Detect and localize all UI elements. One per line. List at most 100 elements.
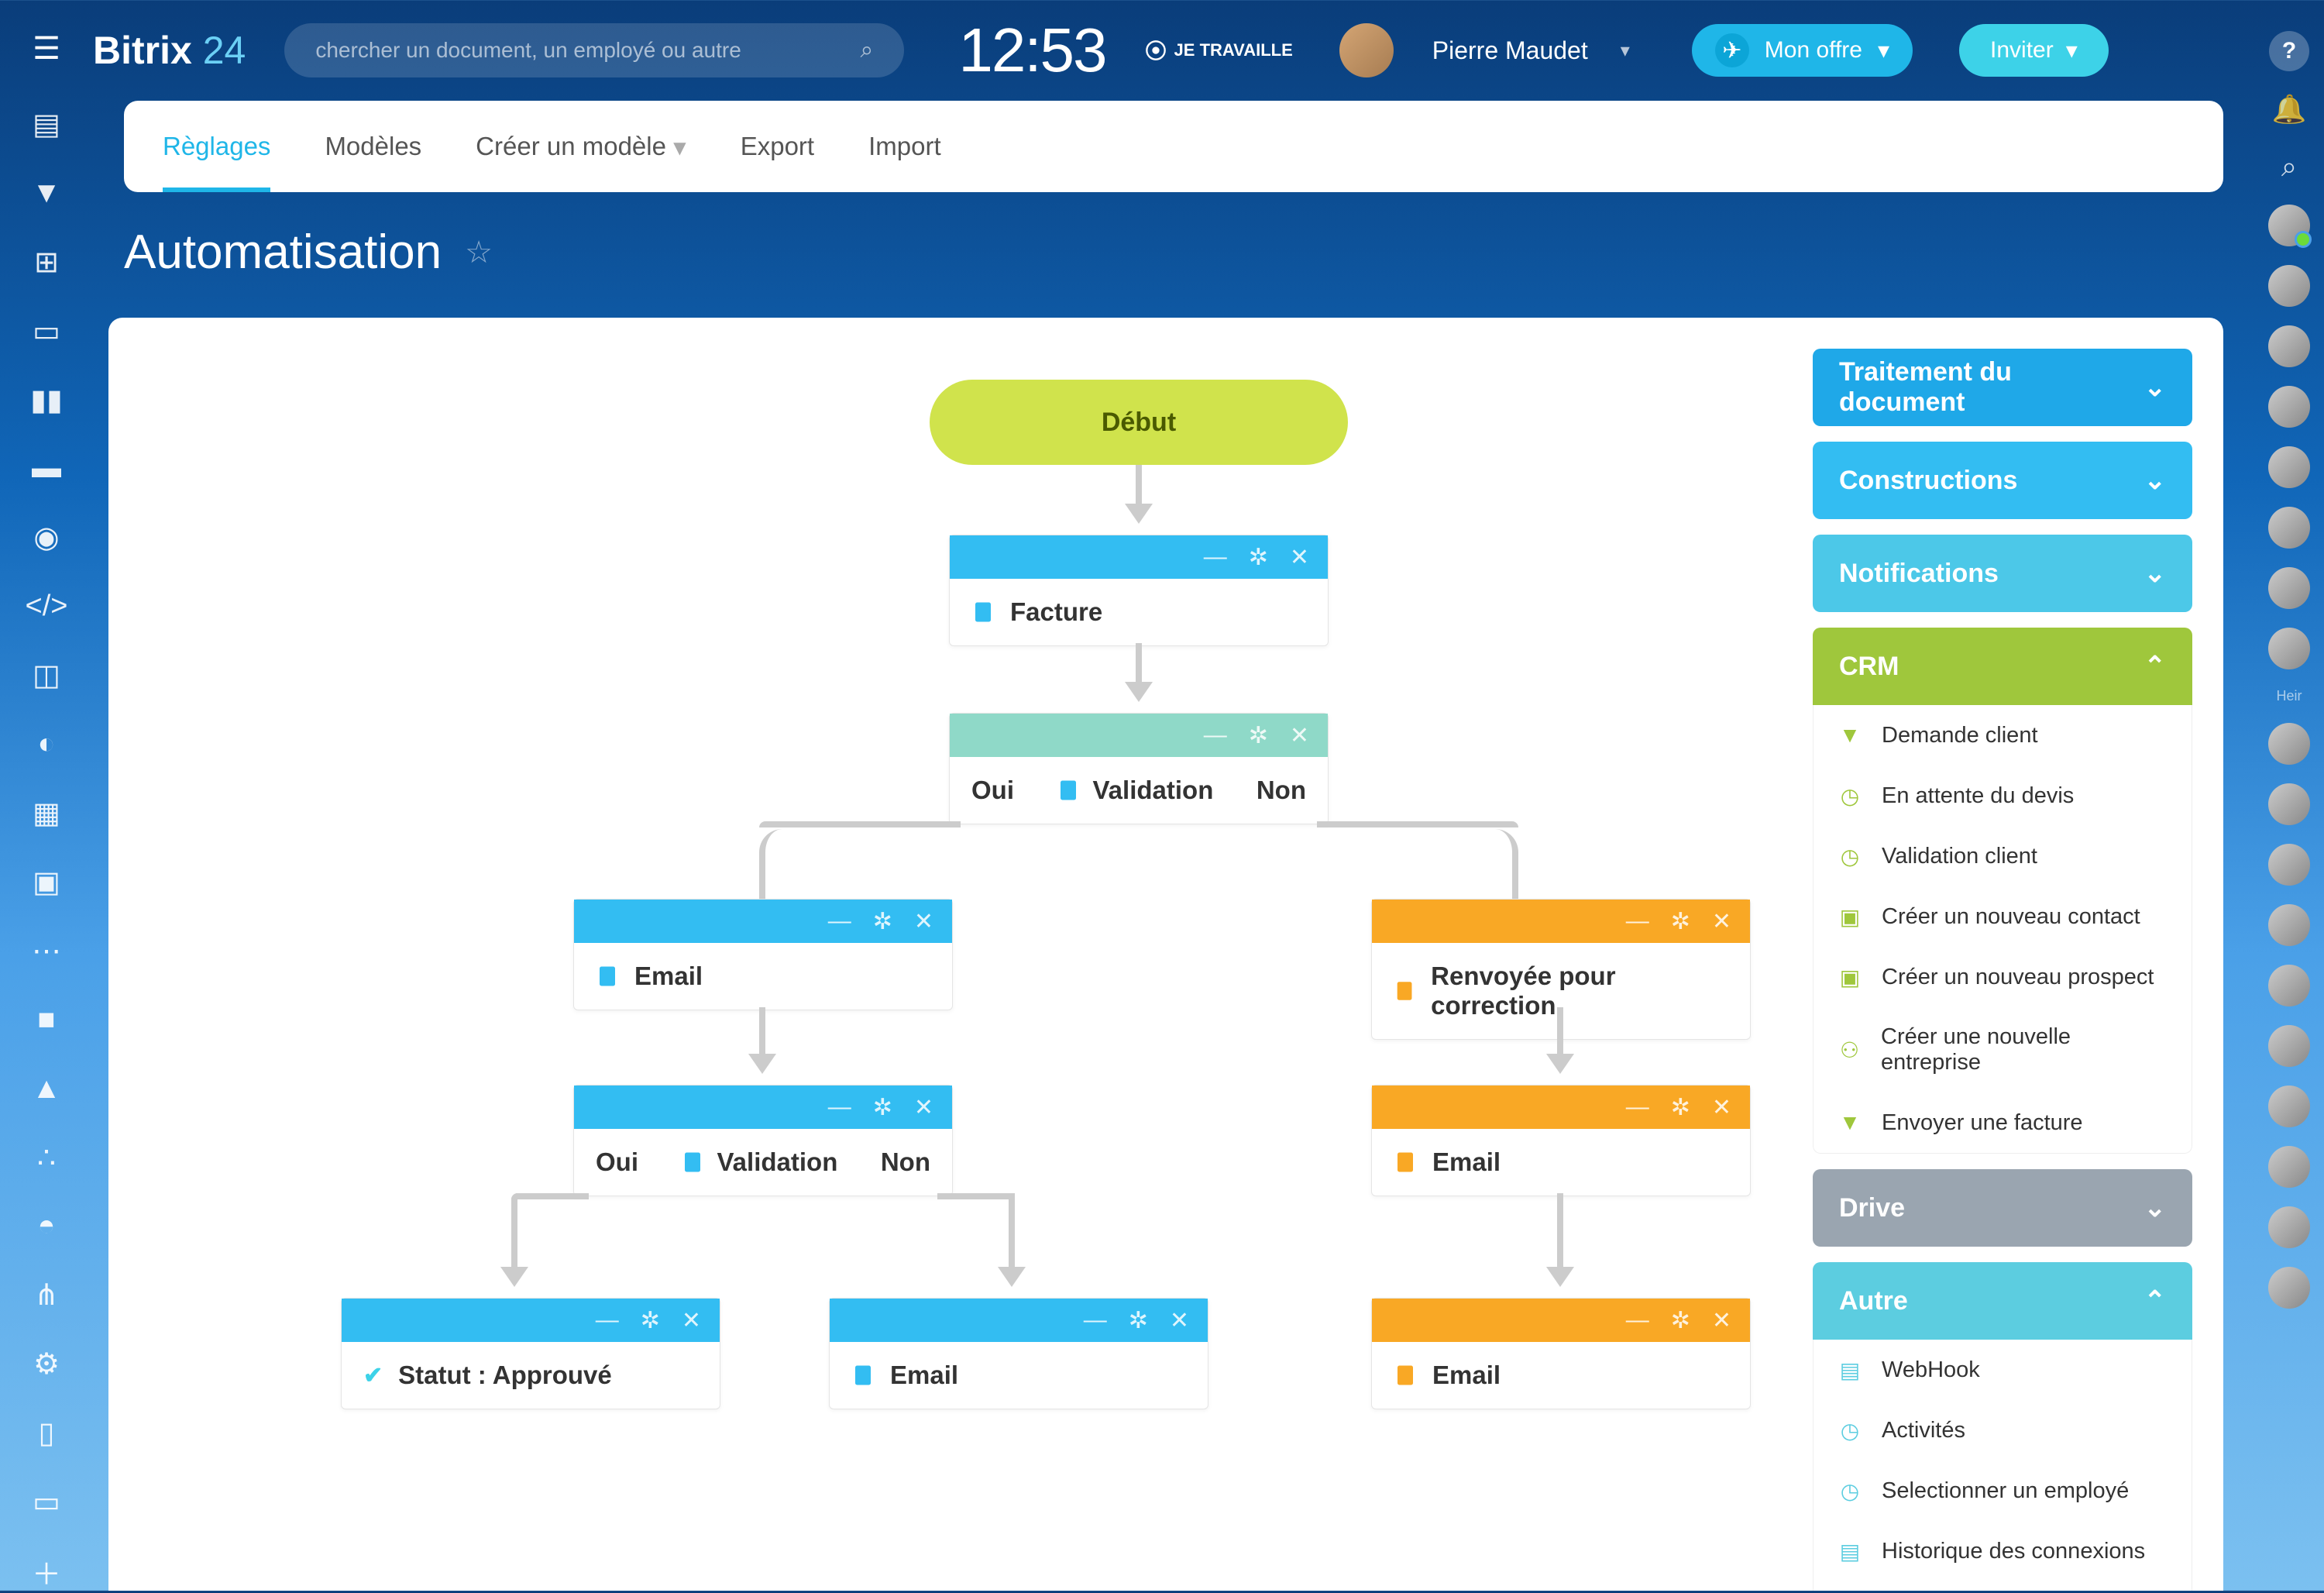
logo[interactable]: Bitrix 24 xyxy=(93,28,246,73)
search-box[interactable]: ⌕ xyxy=(284,23,904,77)
minimize-icon[interactable]: — xyxy=(1084,1307,1107,1333)
close-icon[interactable]: ✕ xyxy=(1290,544,1309,571)
step-facture[interactable]: — ✲ ✕ Facture xyxy=(949,535,1329,646)
nav-gear-icon[interactable]: ⚙ xyxy=(27,1345,66,1383)
crm-item[interactable]: ▼Envoyer une facture xyxy=(1813,1092,2192,1153)
contact-avatar[interactable] xyxy=(2268,446,2310,488)
minimize-icon[interactable]: — xyxy=(1626,1094,1649,1120)
minimize-icon[interactable]: — xyxy=(596,1307,619,1333)
crm-item[interactable]: ▼Demande client xyxy=(1813,705,2192,766)
acc-crm[interactable]: CRM⌃ ▼Demande client ◷En attente du devi… xyxy=(1813,628,2192,1154)
nav-laptop-icon[interactable]: ▭ xyxy=(27,1483,66,1521)
nav-android-icon[interactable]: ◉ xyxy=(27,518,66,556)
contact-avatar[interactable] xyxy=(2268,965,2310,1006)
acc-notifications[interactable]: Notifications⌄ xyxy=(1813,535,2192,612)
acc-autre[interactable]: Autre⌃ ▤WebHook ◷Activités ◷Selectionner… xyxy=(1813,1262,2192,1591)
contact-avatar[interactable] xyxy=(2268,1146,2310,1188)
close-icon[interactable]: ✕ xyxy=(1712,1094,1731,1121)
search-input[interactable] xyxy=(315,38,860,63)
crm-item[interactable]: ⚇Créer une nouvelle entreprise xyxy=(1813,1007,2192,1092)
crm-item[interactable]: ▣Créer un nouveau contact xyxy=(1813,886,2192,947)
gear-icon[interactable]: ✲ xyxy=(641,1307,660,1334)
crm-item[interactable]: ◷En attente du devis xyxy=(1813,766,2192,826)
crm-item[interactable]: ▣Créer un nouveau prospect xyxy=(1813,947,2192,1007)
user-chevron-icon[interactable]: ▾ xyxy=(1621,40,1630,62)
autre-item[interactable]: ▤Définition des paramètres xyxy=(1813,1581,2192,1591)
nav-book-icon[interactable]: ▬ xyxy=(27,450,66,488)
nav-building-icon[interactable]: ▦ xyxy=(27,794,66,832)
gear-icon[interactable]: ✲ xyxy=(1671,1094,1690,1121)
close-icon[interactable]: ✕ xyxy=(1290,722,1309,749)
nav-image-icon[interactable]: ▣ xyxy=(27,863,66,901)
gear-icon[interactable]: ✲ xyxy=(873,1094,892,1121)
minimize-icon[interactable]: — xyxy=(1626,908,1649,934)
contact-avatar[interactable] xyxy=(2268,325,2310,367)
minimize-icon[interactable]: — xyxy=(1626,1307,1649,1333)
gear-icon[interactable]: ✲ xyxy=(1671,908,1690,935)
minimize-icon[interactable]: — xyxy=(828,1094,851,1120)
nav-add-icon[interactable]: ＋ xyxy=(27,1552,66,1591)
contact-avatar[interactable] xyxy=(2268,783,2310,825)
nav-video-icon[interactable]: ■ xyxy=(27,1001,66,1039)
contact-avatar[interactable] xyxy=(2268,1267,2310,1309)
favorite-star-icon[interactable]: ☆ xyxy=(465,235,493,270)
offer-button[interactable]: ✈ Mon offre ▾ xyxy=(1692,24,1913,77)
contact-avatar[interactable] xyxy=(2268,628,2310,669)
autre-item[interactable]: ▤WebHook xyxy=(1813,1340,2192,1400)
autre-item[interactable]: ◷Activités xyxy=(1813,1400,2192,1461)
close-icon[interactable]: ✕ xyxy=(1712,1307,1731,1334)
nav-cash-icon[interactable]: ◫ xyxy=(27,656,66,694)
step-approved[interactable]: —✲✕ ✔Statut : Approuvé xyxy=(341,1298,720,1409)
gear-icon[interactable]: ✲ xyxy=(1249,544,1268,571)
gear-icon[interactable]: ✲ xyxy=(1129,1307,1148,1334)
tab-modeles[interactable]: Modèles xyxy=(325,101,421,192)
step-email-2[interactable]: —✲✕ Email xyxy=(1371,1085,1751,1196)
close-icon[interactable]: ✕ xyxy=(1712,908,1731,935)
nav-funnel-icon[interactable]: ▼ xyxy=(27,174,66,212)
contact-avatar[interactable] xyxy=(2268,386,2310,428)
nav-code-icon[interactable]: </> xyxy=(27,587,66,625)
nav-mobile-icon[interactable]: ▯ xyxy=(27,1414,66,1452)
nav-sitemap-icon[interactable]: ⋔ xyxy=(27,1276,66,1314)
nav-grid-icon[interactable]: ⊞ xyxy=(27,243,66,281)
start-node[interactable]: Début xyxy=(930,380,1348,465)
gear-icon[interactable]: ✲ xyxy=(873,908,892,935)
contact-avatar[interactable] xyxy=(2268,1206,2310,1248)
nav-share-icon[interactable]: ∴ xyxy=(27,1139,66,1177)
nav-doc-icon[interactable]: ▤ xyxy=(27,105,66,143)
menu-icon[interactable]: ☰ xyxy=(33,31,60,67)
contact-avatar[interactable] xyxy=(2268,723,2310,765)
contact-avatar[interactable] xyxy=(2268,507,2310,549)
autre-item[interactable]: ▤Historique des connexions xyxy=(1813,1521,2192,1581)
acc-drive[interactable]: Drive⌄ xyxy=(1813,1169,2192,1247)
bell-icon[interactable]: 🔔 xyxy=(2270,90,2309,129)
gear-icon[interactable]: ✲ xyxy=(1249,722,1268,749)
user-avatar[interactable] xyxy=(1339,23,1394,77)
step-email-3[interactable]: —✲✕ Email xyxy=(829,1298,1208,1409)
step-validation-2[interactable]: —✲✕ Oui Validation Non xyxy=(573,1085,953,1196)
step-email-1[interactable]: —✲✕ Email xyxy=(573,899,953,1010)
nav-clock-icon[interactable]: ◓ xyxy=(27,1208,66,1246)
tab-export[interactable]: Export xyxy=(741,101,814,192)
invite-button[interactable]: Inviter ▾ xyxy=(1959,24,2109,77)
acc-traitement[interactable]: Traitement du document⌄ xyxy=(1813,349,2192,426)
contact-avatar[interactable] xyxy=(2268,844,2310,886)
minimize-icon[interactable]: — xyxy=(1204,544,1227,570)
contact-avatar[interactable] xyxy=(2268,1086,2310,1127)
nav-calendar-icon[interactable]: ▭ xyxy=(27,312,66,350)
tab-reglages[interactable]: Règlages xyxy=(163,101,270,192)
nav-ellipsis-icon[interactable]: ⋯ xyxy=(27,932,66,970)
close-icon[interactable]: ✕ xyxy=(914,908,933,935)
autre-item[interactable]: ◷Selectionner un employé xyxy=(1813,1461,2192,1521)
working-status[interactable]: JE TRAVAILLE xyxy=(1145,40,1293,61)
user-name[interactable]: Pierre Maudet xyxy=(1432,36,1588,65)
close-icon[interactable]: ✕ xyxy=(1170,1307,1189,1334)
tab-import[interactable]: Import xyxy=(868,101,941,192)
contact-avatar[interactable] xyxy=(2268,205,2310,246)
nav-bank-icon[interactable]: ▲ xyxy=(27,1070,66,1108)
close-icon[interactable]: ✕ xyxy=(914,1094,933,1121)
gear-icon[interactable]: ✲ xyxy=(1671,1307,1690,1334)
acc-constructions[interactable]: Constructions⌄ xyxy=(1813,442,2192,519)
step-email-4[interactable]: —✲✕ Email xyxy=(1371,1298,1751,1409)
minimize-icon[interactable]: — xyxy=(1204,722,1227,748)
